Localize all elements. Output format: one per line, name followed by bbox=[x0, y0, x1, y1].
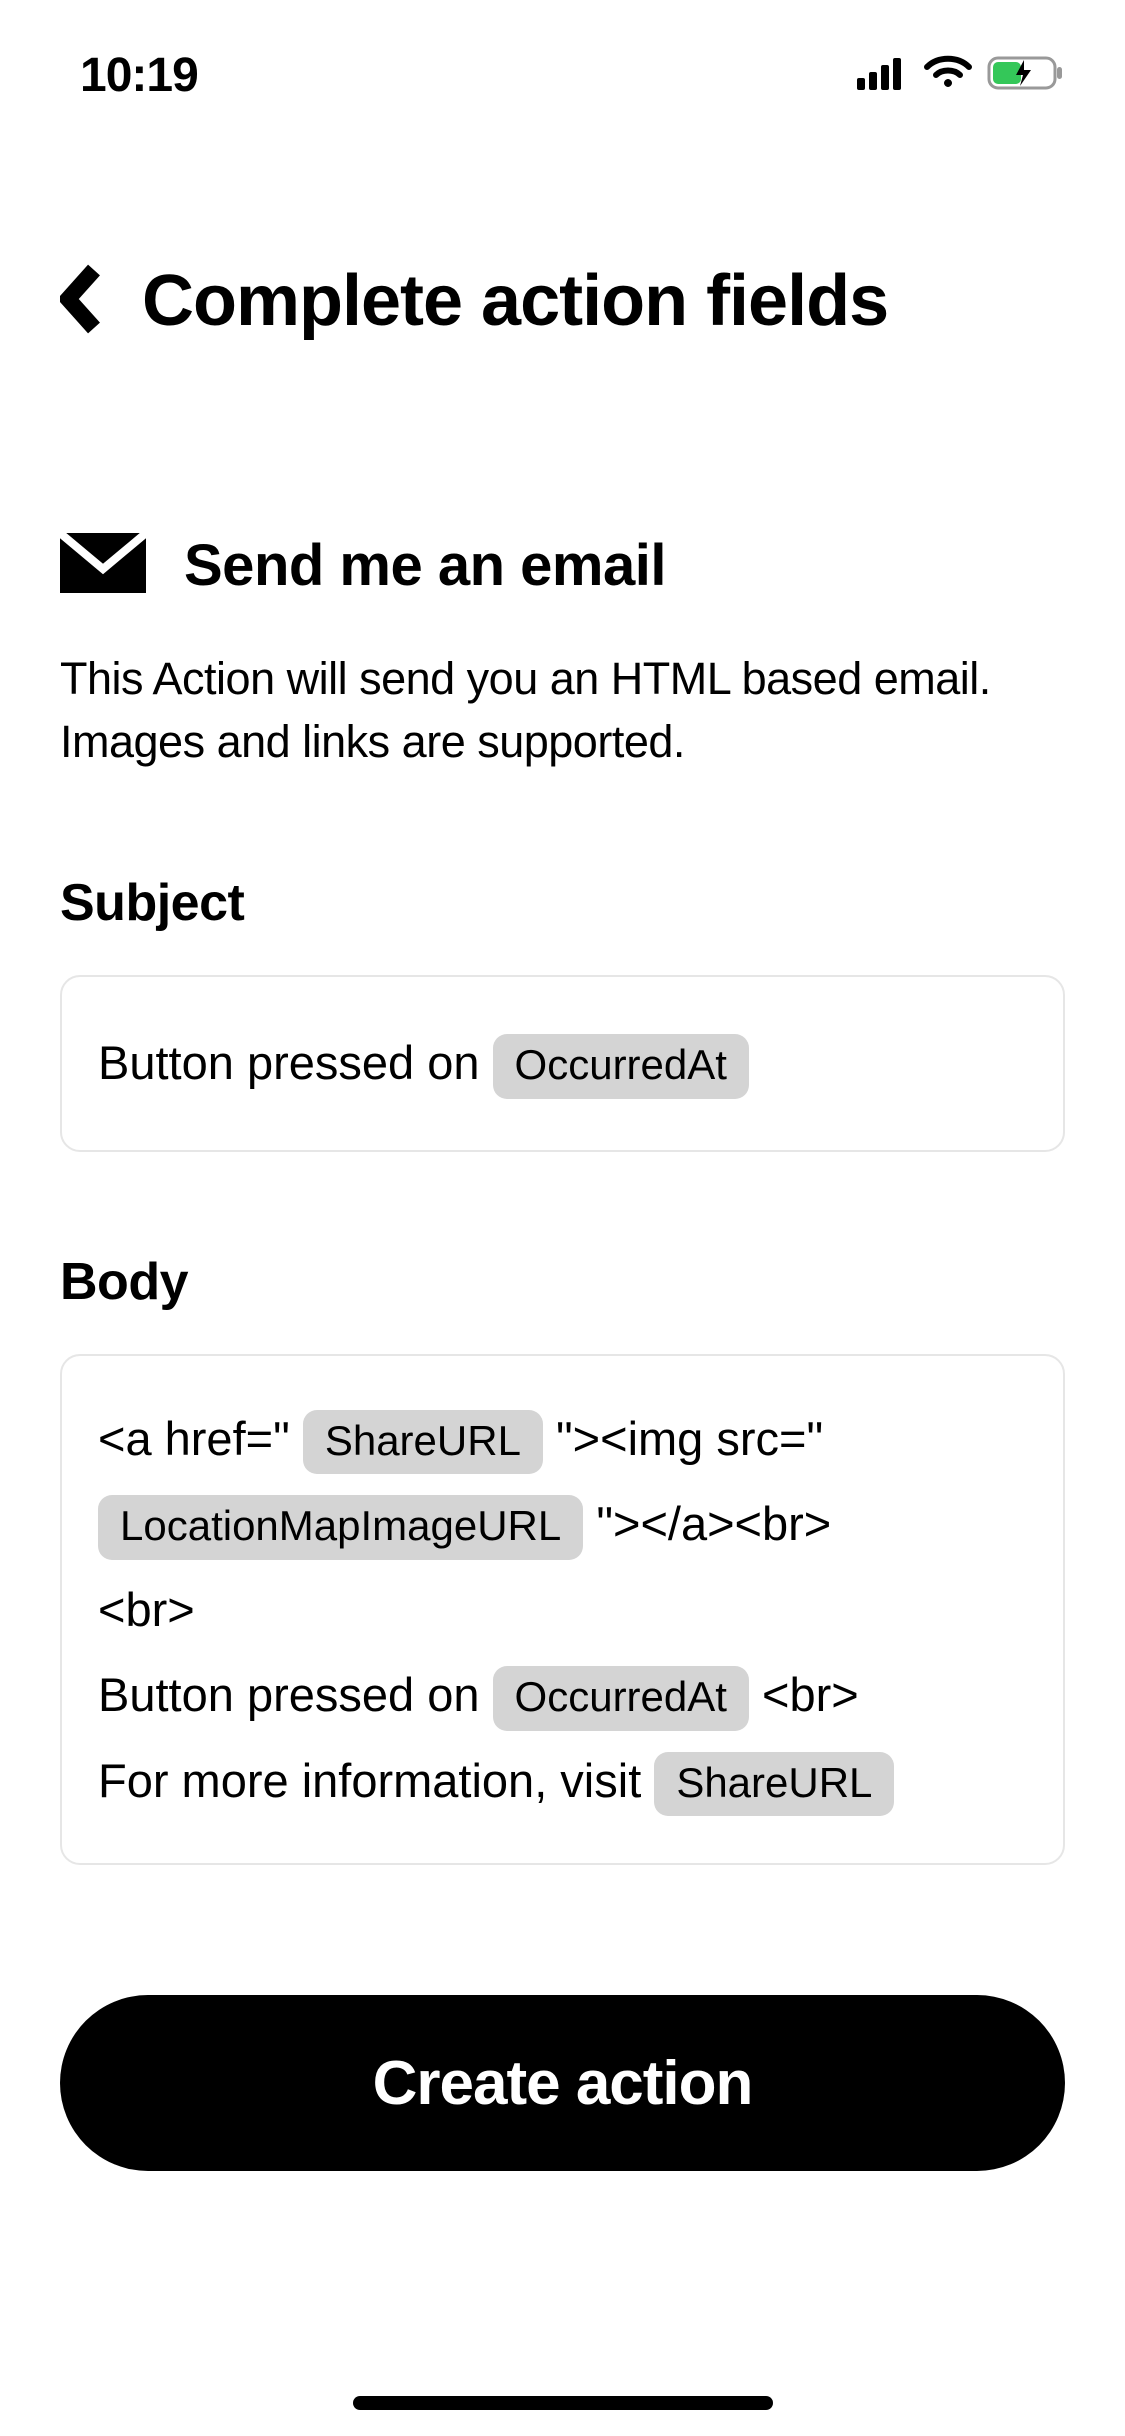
ingredient-pill[interactable]: LocationMapImageURL bbox=[98, 1495, 583, 1560]
body-text: Button pressed on bbox=[98, 1668, 493, 1721]
body-text: "></a><br> bbox=[596, 1497, 831, 1550]
battery-charging-icon bbox=[987, 54, 1065, 97]
ingredient-pill[interactable]: ShareURL bbox=[654, 1752, 894, 1817]
page-header: Complete action fields bbox=[0, 130, 1125, 342]
body-text: <a href=" bbox=[98, 1412, 290, 1465]
action-header: Send me an email bbox=[60, 532, 1065, 599]
body-text: For more information, visit bbox=[98, 1754, 654, 1807]
create-action-button[interactable]: Create action bbox=[60, 1995, 1065, 2171]
cellular-icon bbox=[857, 56, 909, 95]
wifi-icon bbox=[923, 55, 973, 96]
action-title: Send me an email bbox=[184, 532, 666, 599]
page-title: Complete action fields bbox=[142, 260, 888, 342]
home-indicator[interactable] bbox=[353, 2396, 773, 2410]
status-bar: 10:19 bbox=[0, 0, 1125, 130]
body-input[interactable]: <a href=" ShareURL "><img src=" Location… bbox=[60, 1354, 1065, 1866]
email-icon bbox=[60, 533, 146, 598]
body-text: <br> bbox=[98, 1583, 195, 1636]
subject-input[interactable]: Button pressed on OccurredAt bbox=[60, 975, 1065, 1152]
action-description: This Action will send you an HTML based … bbox=[60, 647, 1065, 773]
status-time: 10:19 bbox=[80, 48, 198, 103]
ingredient-pill[interactable]: OccurredAt bbox=[493, 1666, 749, 1731]
subject-label: Subject bbox=[60, 873, 1065, 933]
subject-text: Button pressed on bbox=[98, 1036, 493, 1089]
ingredient-pill[interactable]: ShareURL bbox=[303, 1410, 543, 1475]
back-button[interactable] bbox=[60, 264, 102, 339]
status-indicators bbox=[857, 54, 1065, 97]
body-text: "><img src=" bbox=[556, 1412, 823, 1465]
ingredient-pill[interactable]: OccurredAt bbox=[493, 1034, 749, 1099]
body-text: <br> bbox=[762, 1668, 859, 1721]
body-label: Body bbox=[60, 1252, 1065, 1312]
